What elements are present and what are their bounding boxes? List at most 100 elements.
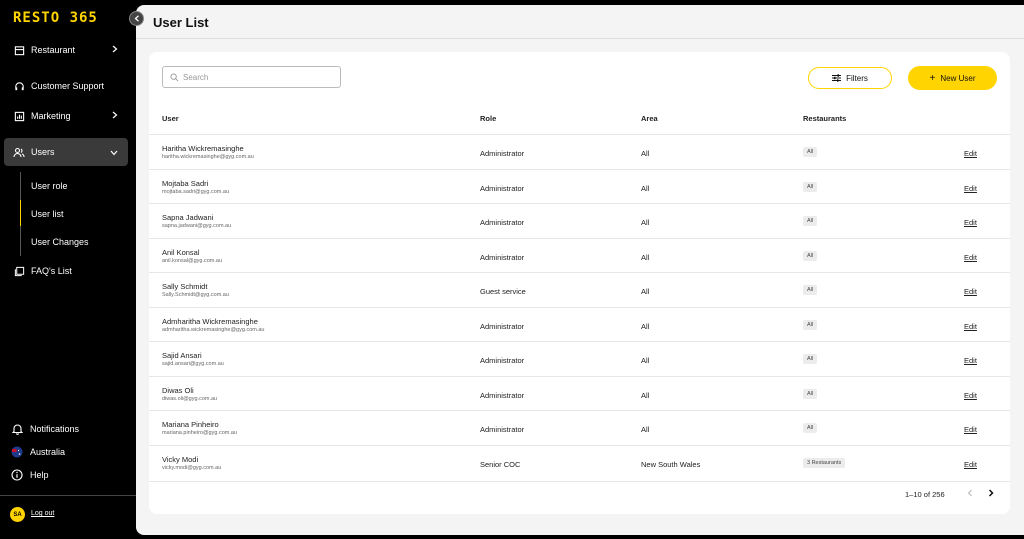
avatar[interactable]: SA [10, 507, 25, 522]
user-area: All [641, 149, 650, 158]
user-role: Senior COC [480, 459, 521, 469]
user-name: Vicky Modi [162, 454, 199, 464]
help-label: Help [30, 470, 49, 480]
new-user-button[interactable]: + New User [908, 66, 997, 90]
edit-link[interactable]: Edit [964, 425, 977, 434]
user-email: anil.konsal@gyg.com.au [162, 257, 223, 264]
edit-link[interactable]: Edit [964, 218, 977, 227]
user-email: sapna.jadwani@gyg.com.au [162, 223, 232, 229]
restaurants-badge: All [803, 250, 818, 261]
user-email: haritha.wickremasinghe@gyg.com.au [162, 154, 254, 160]
sliders-icon [832, 74, 842, 82]
user-name: Admharitha Wickremasinghe [162, 316, 258, 326]
user-role: Administrator [480, 425, 525, 434]
user-name: Sajid Ansari [162, 351, 202, 360]
sidebar-item-label: Marketing [31, 111, 71, 121]
submenu-item-user-role[interactable]: User role [31, 181, 68, 191]
page-title: User List [153, 15, 209, 30]
user-name: Anil Konsal [162, 247, 200, 257]
previous-page-button[interactable] [967, 489, 973, 499]
faq-icon [13, 265, 25, 277]
table-row: Diwas Oli diwas.oli@gyg.com.au Administrat… [149, 375, 1010, 411]
storefront-icon [13, 44, 25, 56]
restaurants-badge: All [803, 285, 818, 295]
column-header-user[interactable]: User [162, 114, 179, 123]
user-area: All [641, 321, 650, 331]
edit-link[interactable]: Edit [964, 460, 977, 469]
info-icon [11, 469, 23, 481]
collapse-sidebar-button[interactable] [129, 11, 144, 26]
chart-icon [13, 110, 25, 122]
edit-link[interactable]: Edit [964, 184, 977, 193]
column-header-role[interactable]: Role [480, 114, 496, 123]
table-bottom-divider [149, 481, 1010, 482]
user-name: Sally Schmidt [162, 282, 208, 291]
column-header-area[interactable]: Area [641, 114, 658, 123]
edit-link[interactable]: Edit [964, 287, 977, 296]
sidebar-item-label: FAQ's List [31, 266, 72, 276]
next-page-button[interactable] [988, 489, 994, 499]
user-area: All [641, 425, 650, 434]
user-name: Sapna Jadwani [162, 213, 214, 222]
user-area: All [641, 183, 650, 193]
table-row: Sapna Jadwani sapna.jadwani@gyg.com.au Adm… [149, 203, 1010, 238]
logout-link[interactable]: Log out [31, 510, 54, 517]
user-table-card: Search Filters + New User User Role Area… [149, 52, 1010, 514]
user-role: Administrator [480, 218, 525, 227]
edit-link[interactable]: Edit [964, 356, 977, 365]
edit-link[interactable]: Edit [964, 322, 977, 331]
headset-icon [13, 80, 25, 92]
table-row: Sajid Ansari sajid.ansari@gyg.com.au Admin… [149, 341, 1010, 376]
user-role: Administrator [480, 183, 525, 193]
sidebar-item-customer-support[interactable]: Customer Support [4, 72, 128, 100]
user-role: Administrator [480, 356, 525, 365]
submenu-item-user-list[interactable]: User list [31, 209, 64, 219]
user-email: vicky.modi@gyg.com.au [162, 464, 222, 471]
user-email: sajid.ansari@gyg.com.au [162, 361, 224, 367]
app-logo[interactable]: RESTO 365 [13, 10, 98, 26]
notifications-link[interactable]: Notifications [11, 423, 79, 435]
restaurants-badge: All [803, 319, 818, 330]
sidebar-item-label: Customer Support [31, 81, 105, 91]
user-area: All [641, 390, 650, 400]
user-role: Administrator [480, 390, 525, 400]
filters-button[interactable]: Filters [808, 67, 892, 89]
sidebar-item-faq[interactable]: FAQ's List [4, 257, 128, 285]
restaurants-badge: All [803, 388, 818, 399]
sidebar-item-label: Restaurant [31, 45, 76, 55]
edit-link[interactable]: Edit [964, 391, 977, 400]
user-email: mojtaba.sadri@gyg.com.au [162, 188, 230, 195]
sidebar-item-restaurant[interactable]: Restaurant [4, 36, 128, 64]
sidebar-item-users[interactable]: Users [4, 138, 128, 166]
search-input[interactable]: Search [162, 66, 341, 88]
edit-link[interactable]: Edit [964, 253, 977, 262]
user-role: Administrator [480, 321, 525, 331]
sidebar-item-marketing[interactable]: Marketing [4, 102, 128, 130]
user-name: Mariana Pinheiro [162, 420, 219, 429]
user-area: All [641, 356, 650, 365]
region-selector[interactable]: Australia [11, 446, 65, 458]
edit-link[interactable]: Edit [964, 149, 977, 158]
restaurants-badge: 3 Restaurants [803, 457, 846, 468]
australia-flag-icon [11, 446, 23, 458]
user-area: All [641, 218, 650, 227]
help-link[interactable]: Help [11, 469, 49, 481]
restaurants-badge: All [803, 147, 818, 157]
restaurants-badge: All [803, 423, 818, 433]
restaurants-badge: All [803, 181, 818, 192]
user-name: Haritha Wickremasinghe [162, 144, 244, 153]
search-icon [170, 72, 179, 82]
sidebar-item-label: Users [31, 147, 55, 157]
table-row: Mariana Pinheiro mariana.pinheiro@gyg.com… [149, 410, 1010, 445]
chevron-left-icon [134, 15, 140, 22]
main-content: User List Search Filters + New User User… [136, 5, 1024, 535]
restaurants-badge: All [803, 216, 818, 226]
submenu-active-indicator [20, 200, 21, 226]
user-email: Sally.Schmidt@gyg.com.au [162, 292, 229, 298]
user-email: diwas.oli@gyg.com.au [162, 395, 218, 402]
user-email: admharitha.wickremasinghe@gyg.com.au [162, 326, 265, 333]
user-area: All [641, 252, 650, 262]
column-header-restaurants[interactable]: Restaurants [803, 114, 846, 123]
user-area: All [641, 287, 650, 296]
submenu-item-user-changes[interactable]: User Changes [31, 237, 89, 247]
